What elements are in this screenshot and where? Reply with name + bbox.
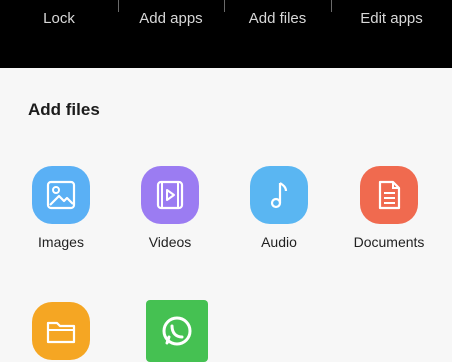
file-type-whatsapp[interactable] xyxy=(122,300,232,362)
folder-icon xyxy=(32,302,90,360)
add-files-sheet: Add files Images Videos Audio Documents xyxy=(0,68,452,362)
top-shortcut-bar: Lock Add apps Add files Edit apps xyxy=(0,0,452,68)
file-type-audio[interactable]: Audio xyxy=(224,166,334,250)
file-type-folder[interactable] xyxy=(6,302,116,360)
file-type-label: Videos xyxy=(148,234,192,250)
document-icon xyxy=(360,166,418,224)
tab-add-apps[interactable]: Add apps xyxy=(118,0,224,36)
video-icon xyxy=(141,166,199,224)
file-type-images[interactable]: Images xyxy=(6,166,116,250)
image-icon xyxy=(32,166,90,224)
tab-edit-apps[interactable]: Edit apps xyxy=(331,0,452,36)
file-type-label: Documents xyxy=(353,234,425,250)
tab-lock[interactable]: Lock xyxy=(0,0,118,36)
file-type-documents[interactable]: Documents xyxy=(334,166,444,250)
file-type-label: Images xyxy=(38,234,84,250)
sheet-title: Add files xyxy=(28,100,100,119)
whatsapp-icon xyxy=(146,300,208,362)
tab-add-files[interactable]: Add files xyxy=(224,0,331,36)
file-type-videos[interactable]: Videos xyxy=(115,166,225,250)
file-type-label: Audio xyxy=(261,234,297,250)
music-note-icon xyxy=(250,166,308,224)
